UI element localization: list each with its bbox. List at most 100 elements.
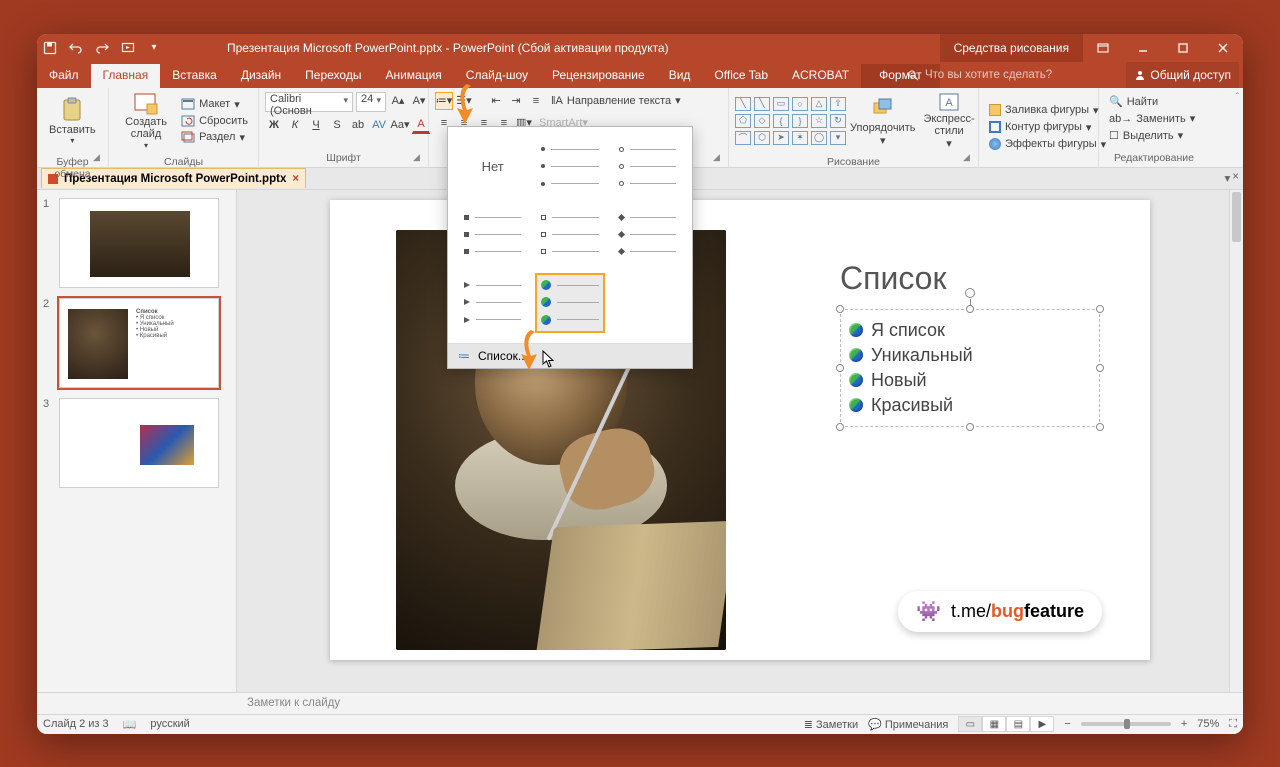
grow-font-icon[interactable]: A▴	[389, 92, 407, 110]
rotate-handle-icon[interactable]	[965, 288, 975, 298]
resize-handle[interactable]	[836, 423, 844, 431]
zoom-out-icon[interactable]: −	[1064, 718, 1070, 730]
resize-handle[interactable]	[1096, 423, 1104, 431]
tab-officetab[interactable]: Office Tab	[702, 64, 780, 88]
tab-acrobat[interactable]: ACROBAT	[780, 64, 861, 88]
resize-handle[interactable]	[1096, 305, 1104, 313]
tab-design[interactable]: Дизайн	[229, 64, 293, 88]
qat-more-icon[interactable]: ▾	[141, 34, 167, 62]
shrink-font-icon[interactable]: A▾	[410, 92, 428, 110]
strike-icon[interactable]: S	[328, 116, 346, 134]
sorter-view-icon[interactable]: ▦	[982, 716, 1006, 732]
notes-toggle[interactable]: ≣ Заметки	[804, 718, 858, 731]
tab-transitions[interactable]: Переходы	[293, 64, 373, 88]
thumbnail-pane[interactable]: 1 2 Список• Я список • Уникальный • Новы…	[37, 190, 237, 692]
slide-thumbnail-2[interactable]: Список• Я список • Уникальный • Новый • …	[59, 298, 219, 388]
reading-view-icon[interactable]: ▤	[1006, 716, 1030, 732]
zoom-in-icon[interactable]: +	[1181, 718, 1187, 730]
share-button[interactable]: Общий доступ	[1126, 62, 1239, 88]
shape-fill-button[interactable]: Заливка фигуры▾	[985, 103, 1110, 118]
slide-stage[interactable]: Список Я список Уникальный Новый Красивы…	[237, 190, 1243, 692]
slide-counter[interactable]: Слайд 2 из 3	[43, 718, 109, 730]
line-spacing-icon[interactable]: ≡	[527, 92, 545, 110]
bullet-square-fill[interactable]	[458, 205, 527, 265]
tab-insert[interactable]: Вставка	[160, 64, 229, 88]
resize-handle[interactable]	[836, 364, 844, 372]
collapse-ribbon-icon[interactable]: ˆ	[1236, 92, 1239, 103]
list-item: Я список	[849, 318, 1091, 343]
notes-pane[interactable]: Заметки к слайду	[37, 692, 1243, 714]
zoom-slider[interactable]	[1081, 722, 1171, 726]
text-direction-button[interactable]: ‖A Направление текста▾	[547, 92, 685, 110]
clipboard-launcher-icon[interactable]: ◢	[93, 152, 105, 164]
comments-toggle[interactable]: 💬 Примечания	[868, 718, 948, 731]
slide-thumbnail-3[interactable]	[59, 398, 219, 488]
normal-view-icon[interactable]: ▭	[958, 716, 982, 732]
case-icon[interactable]: Aa▾	[391, 116, 409, 134]
replace-button[interactable]: ab→ Заменить▾	[1105, 111, 1199, 126]
tab-animations[interactable]: Анимация	[373, 64, 453, 88]
slideshow-view-icon[interactable]: ▶	[1030, 716, 1054, 732]
bullet-circle[interactable]	[613, 137, 682, 197]
font-launcher-icon[interactable]: ◢	[413, 152, 425, 164]
tab-home[interactable]: Главная	[91, 64, 161, 88]
vertical-scrollbar[interactable]	[1229, 190, 1243, 692]
bullets-more-button[interactable]: ≔ Список...	[448, 343, 692, 368]
bold-icon[interactable]: Ж	[265, 116, 283, 134]
quick-styles-button[interactable]: A Экспресс-стили▾	[919, 90, 978, 152]
paste-button[interactable]: Вставить ▾	[43, 90, 102, 152]
paragraph-launcher-icon[interactable]: ◢	[713, 152, 725, 164]
layout-button[interactable]: Макет▾	[177, 97, 252, 112]
minimize-icon[interactable]	[1123, 34, 1163, 62]
start-from-beginning-icon[interactable]	[115, 34, 141, 62]
tab-review[interactable]: Рецензирование	[540, 64, 657, 88]
spacing-icon[interactable]: AV	[370, 116, 388, 134]
section-button[interactable]: Раздел▾	[177, 130, 252, 145]
selected-list-textbox[interactable]: Я список Уникальный Новый Красивый	[840, 309, 1100, 427]
font-size-select[interactable]: 24	[356, 92, 386, 112]
close-icon[interactable]	[1203, 34, 1243, 62]
find-button[interactable]: 🔍 Найти	[1105, 94, 1199, 109]
redo-icon[interactable]	[89, 34, 115, 62]
bullet-disc[interactable]	[535, 137, 604, 197]
shapes-gallery[interactable]: ╲╲▭○△⇧ ⬠◇{}☆↻ ⌒⬡➤✶◯▾	[735, 97, 846, 145]
undo-icon[interactable]	[63, 34, 89, 62]
zoom-level[interactable]: 75%	[1197, 718, 1219, 730]
tab-view[interactable]: Вид	[657, 64, 703, 88]
decrease-indent-icon[interactable]: ⇤	[487, 92, 505, 110]
bullet-square-outline[interactable]	[535, 205, 604, 265]
select-button[interactable]: ☐ Выделить▾	[1105, 128, 1199, 143]
italic-icon[interactable]: К	[286, 116, 304, 134]
bullet-arrow[interactable]	[458, 273, 527, 333]
font-color-icon[interactable]: A	[412, 116, 430, 134]
slide-thumbnail-1[interactable]	[59, 198, 219, 288]
doctabs-close-icon[interactable]: ×	[1232, 171, 1239, 185]
tab-file[interactable]: Файл	[37, 64, 91, 88]
resize-handle[interactable]	[966, 423, 974, 431]
ribbon-options-icon[interactable]	[1083, 34, 1123, 62]
increase-indent-icon[interactable]: ⇥	[507, 92, 525, 110]
doctabs-menu-icon[interactable]: ▾	[1225, 171, 1231, 185]
shadow-icon[interactable]: ab	[349, 116, 367, 134]
drawing-launcher-icon[interactable]: ◢	[963, 152, 975, 164]
bullet-globe[interactable]	[535, 273, 604, 333]
underline-icon[interactable]: Ч	[307, 116, 325, 134]
font-name-select[interactable]: Calibri (Основн	[265, 92, 353, 112]
reset-button[interactable]: Сбросить	[177, 114, 252, 128]
save-icon[interactable]	[37, 34, 63, 62]
resize-handle[interactable]	[1096, 364, 1104, 372]
resize-handle[interactable]	[836, 305, 844, 313]
language-indicator[interactable]: русский	[150, 718, 189, 730]
new-slide-button[interactable]: Создать слайд ▾	[115, 90, 177, 152]
bullet-none[interactable]: Нет	[458, 137, 527, 197]
resize-handle[interactable]	[966, 305, 974, 313]
maximize-icon[interactable]	[1163, 34, 1203, 62]
spellcheck-icon[interactable]: 📖	[123, 718, 137, 731]
close-doc-tab-icon[interactable]: ×	[292, 173, 299, 185]
tell-me-search[interactable]: Что вы хотите сделать?	[907, 62, 1052, 88]
shape-outline-button[interactable]: Контур фигуры▾	[985, 120, 1110, 135]
fit-to-window-icon[interactable]: ⛶	[1229, 718, 1237, 731]
bullet-diamond[interactable]	[613, 205, 682, 265]
arrange-button[interactable]: Упорядочить▾	[846, 90, 919, 152]
shape-effects-button[interactable]: Эффекты фигуры▾	[985, 137, 1110, 152]
